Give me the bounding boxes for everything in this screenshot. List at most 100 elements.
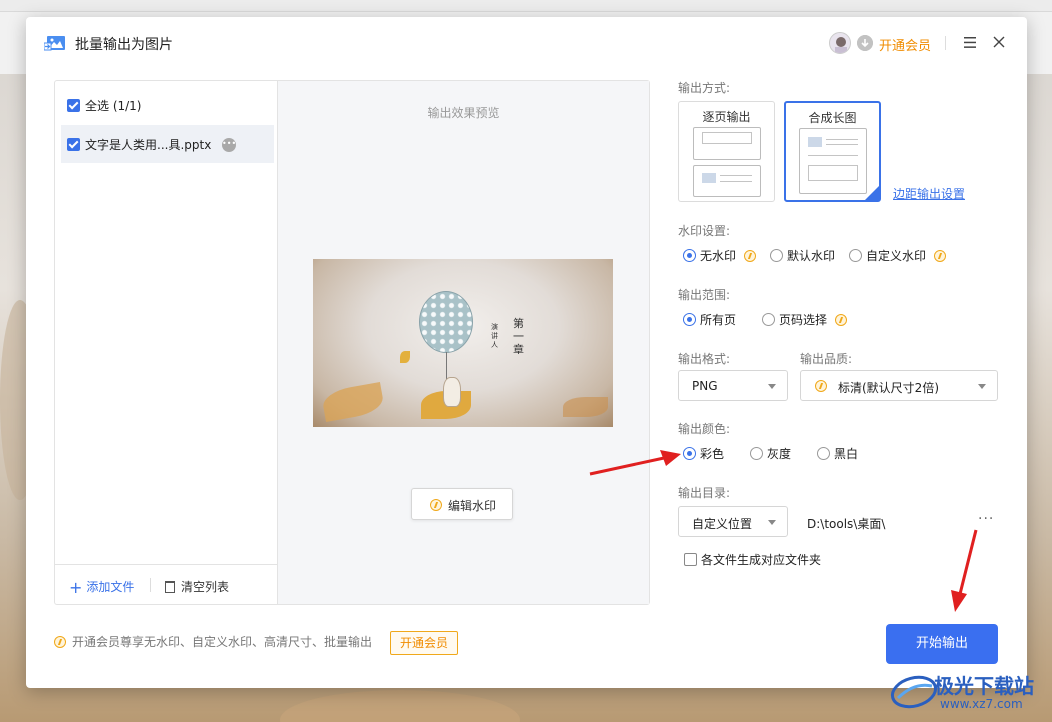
- page-text-line: [808, 155, 858, 156]
- image-export-icon: [44, 36, 65, 51]
- radio-black-white[interactable]: 黑白: [817, 445, 858, 462]
- page-thumbnail-icon: [693, 127, 761, 160]
- mode-card-label: 合成长图: [808, 111, 857, 125]
- radio-grayscale[interactable]: 灰度: [750, 445, 791, 462]
- per-file-folder-label: 各文件生成对应文件夹: [701, 553, 822, 567]
- butterfly-illustration: [400, 351, 410, 363]
- file-list: 全选 (1/1) 文字是人类用...具.pptx ••• + 添加文件 清空列表: [55, 81, 278, 604]
- vip-coin-icon: [430, 499, 442, 511]
- page-block: [808, 165, 858, 181]
- close-icon[interactable]: [992, 35, 1006, 49]
- long-image-thumbnail-icon: [799, 128, 867, 194]
- radio-no-watermark[interactable]: 无水印: [683, 247, 757, 264]
- radio-label: 黑白: [834, 447, 859, 461]
- radio-label: 彩色: [700, 447, 725, 461]
- background-window-top: [0, 0, 1052, 12]
- page-text-line: [720, 181, 752, 182]
- slide-preview-image: 演讲人 第一章: [313, 259, 613, 427]
- clear-list-button[interactable]: 清空列表: [165, 578, 229, 595]
- radio-label: 灰度: [767, 447, 792, 461]
- promo-open-vip-button[interactable]: 开通会员: [390, 631, 458, 655]
- page-image-block: [702, 173, 716, 183]
- autumn-leaf-shape: [320, 382, 386, 422]
- directory-mode-value: 自定义位置: [692, 517, 753, 531]
- select-all-label: 全选 (1/1): [85, 99, 142, 113]
- checkbox-checked-icon[interactable]: [67, 138, 80, 151]
- vip-download-icon: [857, 35, 873, 51]
- radio-label: 页码选择: [779, 313, 828, 327]
- radio-default-watermark[interactable]: 默认水印: [770, 247, 835, 264]
- file-name: 文字是人类用...具.pptx: [85, 138, 212, 152]
- radio-dot-icon: [683, 313, 696, 326]
- file-list-footer: + 添加文件 清空列表: [55, 564, 277, 604]
- quality-label: 输出品质:: [800, 352, 853, 366]
- format-value: PNG: [692, 379, 718, 393]
- file-list-item[interactable]: 文字是人类用...具.pptx •••: [61, 125, 274, 163]
- radio-dot-icon: [762, 313, 775, 326]
- edit-watermark-label: 编辑水印: [448, 499, 497, 513]
- radio-color[interactable]: 彩色: [683, 445, 724, 462]
- per-file-folder-checkbox[interactable]: 各文件生成对应文件夹: [684, 551, 821, 568]
- autumn-leaf-shape: [563, 397, 608, 417]
- hamburger-menu-icon[interactable]: [964, 37, 976, 48]
- add-file-label: 添加文件: [86, 580, 135, 594]
- checkbox-checked-icon: [67, 99, 80, 112]
- file-and-preview-panel: 全选 (1/1) 文字是人类用...具.pptx ••• + 添加文件 清空列表 …: [54, 80, 650, 605]
- dialog-title-bar: 批量输出为图片 开通会员: [26, 17, 1027, 69]
- radio-custom-watermark[interactable]: 自定义水印: [849, 247, 947, 264]
- mode-card-long-image[interactable]: 合成长图: [784, 101, 881, 202]
- chevron-down-icon: [768, 384, 776, 389]
- promo-text: 开通会员尊享无水印、自定义水印、高清尺寸、批量输出: [72, 635, 373, 649]
- plus-icon: +: [69, 578, 83, 597]
- color-label: 输出颜色:: [678, 422, 731, 436]
- range-label: 输出范围:: [678, 288, 731, 302]
- vip-coin-icon: [934, 249, 947, 262]
- site-watermark-name: 极光下载站: [934, 674, 1034, 698]
- directory-label: 输出目录:: [678, 486, 731, 500]
- vip-coin-icon: [744, 249, 757, 262]
- title-separator: [945, 36, 946, 50]
- select-all-checkbox[interactable]: 全选 (1/1): [67, 97, 142, 114]
- mode-card-label: 逐页输出: [702, 110, 751, 124]
- output-preview-area: 输出效果预览 演讲人 第一章 编辑水印: [278, 81, 649, 604]
- radio-label: 所有页: [700, 313, 737, 327]
- radio-label: 默认水印: [787, 249, 836, 263]
- start-export-button[interactable]: 开始输出: [886, 624, 998, 664]
- radio-dot-icon: [849, 249, 862, 262]
- open-vip-link[interactable]: 开通会员: [879, 35, 931, 54]
- checkbox-unchecked-icon: [684, 553, 697, 566]
- page-block: [702, 132, 752, 144]
- chevron-down-icon: [768, 520, 776, 525]
- clear-list-label: 清空列表: [181, 580, 230, 594]
- trash-icon: [165, 581, 175, 593]
- vip-coin-icon: [54, 635, 66, 648]
- edit-watermark-button[interactable]: 编辑水印: [411, 488, 513, 520]
- user-avatar[interactable]: [829, 32, 851, 54]
- page-thumbnail-icon: [693, 165, 761, 197]
- output-mode-label: 输出方式:: [678, 81, 731, 95]
- page-text-line: [826, 139, 858, 140]
- vip-coin-icon: [815, 380, 827, 392]
- balloon-illustration: [419, 291, 473, 353]
- export-images-dialog: 批量输出为图片 开通会员 全选 (1/1) 文字是人类用...具.pptx ••…: [26, 17, 1027, 688]
- chevron-down-icon: [978, 384, 986, 389]
- directory-mode-select[interactable]: 自定义位置: [678, 506, 788, 537]
- background-blur-shape: [280, 690, 520, 722]
- radio-dot-icon: [770, 249, 783, 262]
- radio-dot-icon: [683, 249, 696, 262]
- radio-all-pages[interactable]: 所有页: [683, 311, 736, 328]
- quality-select[interactable]: 标清(默认尺寸2倍): [800, 370, 998, 401]
- radio-page-selection[interactable]: 页码选择: [762, 311, 848, 328]
- radio-dot-icon: [683, 447, 696, 460]
- selected-check-icon: [864, 185, 880, 201]
- file-more-options-icon[interactable]: •••: [222, 138, 236, 152]
- browse-directory-button[interactable]: ···: [978, 511, 994, 527]
- mode-card-per-page[interactable]: 逐页输出: [678, 101, 775, 202]
- margin-settings-link[interactable]: 边距输出设置: [893, 185, 965, 202]
- add-file-button[interactable]: + 添加文件: [69, 578, 134, 597]
- radio-dot-icon: [817, 447, 830, 460]
- dialog-title: 批量输出为图片: [75, 37, 173, 53]
- format-select[interactable]: PNG: [678, 370, 788, 401]
- footer-separator: [150, 578, 151, 592]
- preview-label: 输出效果预览: [427, 106, 500, 120]
